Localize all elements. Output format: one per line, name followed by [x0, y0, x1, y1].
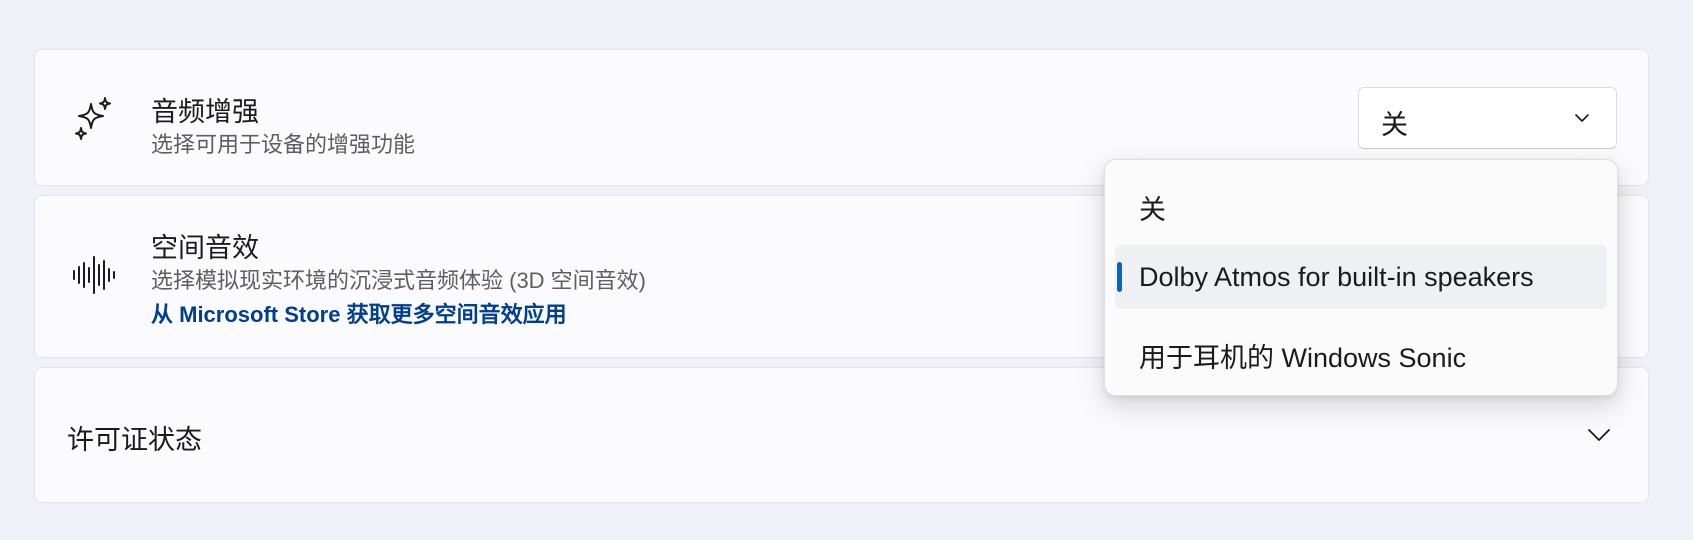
option-off[interactable]: 关 — [1115, 171, 1607, 235]
spatial-audio-description: 选择模拟现实环境的沉浸式音频体验 (3D 空间音效) — [151, 268, 647, 293]
option-label: 关 — [1139, 195, 1166, 225]
audio-enhancement-options-popup: 关 Dolby Atmos for built-in speakers 用于耳机… — [1104, 159, 1618, 396]
microsoft-store-link[interactable]: 从 Microsoft Store 获取更多空间音效应用 — [151, 297, 567, 329]
audio-enhancement-dropdown[interactable]: 关 — [1358, 87, 1617, 149]
sound-wave-icon — [71, 252, 117, 298]
audio-enhancement-title: 音频增强 — [151, 97, 259, 127]
sparkle-icon — [71, 96, 117, 142]
spatial-audio-title: 空间音效 — [151, 233, 259, 263]
chevron-down-icon[interactable] — [1584, 420, 1614, 450]
selection-indicator — [1117, 262, 1122, 292]
option-label: 用于耳机的 Windows Sonic — [1139, 343, 1467, 373]
option-windows-sonic[interactable]: 用于耳机的 Windows Sonic — [1115, 319, 1607, 383]
chevron-down-icon — [1570, 106, 1594, 130]
audio-enhancement-description: 选择可用于设备的增强功能 — [151, 132, 416, 157]
option-dolby-atmos[interactable]: Dolby Atmos for built-in speakers — [1115, 245, 1607, 309]
option-label: Dolby Atmos for built-in speakers — [1139, 262, 1534, 292]
dropdown-selected-value: 关 — [1381, 110, 1408, 140]
license-status-label: 许可证状态 — [67, 425, 202, 455]
